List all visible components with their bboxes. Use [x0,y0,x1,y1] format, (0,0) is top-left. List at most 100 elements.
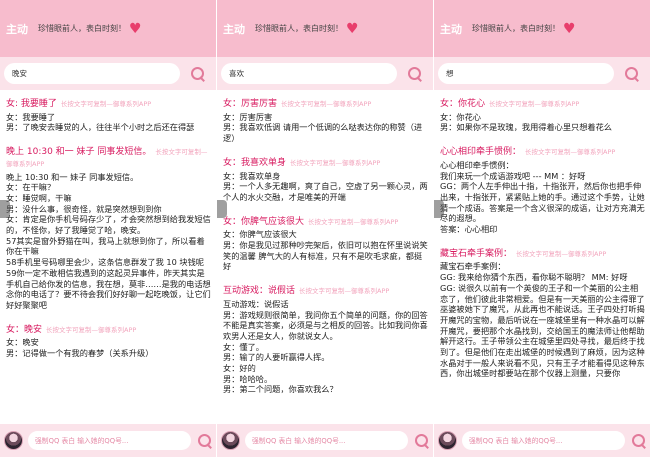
qq-bar [217,424,433,457]
copy-hint: 长按文字可复制—御尊系列APP [525,148,616,157]
search-icon[interactable] [624,66,640,82]
entry-title: 女：晚安 [6,324,43,335]
entry-line: 女：厉害厉害 [223,111,273,122]
entry-title: 心心相印牵手惯例： [440,147,522,158]
heart-icon: ♥ [346,20,359,37]
entry-line: 男：输了的人要听赢得人挥。 [223,352,330,363]
entry-title: 藏宝石牵手案例： [440,248,513,259]
entry-line: 男：游戏规则很简单，我问你五个简单的问题，你的回答不能是真实答案，必须是与之相反… [223,309,428,341]
list-item[interactable]: 女：你脾气应该很大 长按文字可复制—御尊系列APP 女：你脾气应该很大 男：你是我… [223,216,429,273]
search-icon[interactable] [407,66,423,82]
phrase-list: 女：厉害厉害长按文字可复制—御尊系列APP 女：厉害厉害 男：我喜欢低调 请用一… [217,90,433,395]
search-input[interactable] [221,63,397,84]
list-item[interactable]: 女: 我要睡了 长按文字可复制—御尊系列APP 女：我要睡了 男：了晚安去睡觉的人… [6,98,212,133]
side-handle[interactable] [217,200,227,218]
search-icon[interactable] [190,66,206,82]
slogan: 珍惜眼前人，表白时刻！ [472,24,560,33]
slogan: 珍惜眼前人，表白时刻！ [255,24,343,33]
screen-panel-1: 主动 珍惜眼前人，表白时刻！ ♥ 女: 我要睡了长按文字可复制—御尊系列APP … [0,0,216,457]
entry-line: 男：记得做一个有我的春梦（关系升级） [6,348,154,359]
copy-hint: 长按文字可复制—御尊系列APP [46,325,137,334]
entry-line: 男：第二个问题，你喜欢我么？ [223,384,338,395]
entry-title: 女：你脾气应该很大 [223,216,305,227]
qq-bar [434,424,650,457]
list-item[interactable]: 女：你花心 长按文字可复制—御尊系列APP 女：你花心 男：如果你不是玫瑰，我用得… [440,98,646,133]
qq-number-input[interactable] [28,431,191,450]
entry-line: 59你一定不敢相信我遇到的这起灵异事件，昨天其实是手机自己给你发的信息，我在想，… [6,267,211,310]
list-item[interactable]: 女：晚安 长按文字可复制—御尊系列APP 女：晚安 男：记得做一个有我的春梦（关系… [6,324,212,359]
entry-title: 女: 我要睡了 [6,99,57,109]
search-input[interactable] [4,63,180,84]
list-item[interactable]: 女：厉害厉害 长按文字可复制—御尊系列APP 女：厉害厉害 男：我喜欢低调 请用一… [223,98,429,144]
entry-line: 女：晚安 [6,337,39,348]
search-icon[interactable] [631,433,646,449]
copy-hint: 长按文字可复制—御尊系列APP [308,217,399,226]
top-bar: 主动 珍惜眼前人，表白时刻！ ♥ [434,0,650,57]
top-bar: 主动 珍惜眼前人，表白时刻！ ♥ [217,0,433,57]
side-handle[interactable] [0,200,10,218]
entry-line: 晚上 10:30 和一 妹子 同事发短信。 [6,171,139,182]
list-item[interactable]: 晚上 10:30 和一 妹子 同事发短信。 长按文字可复制—御尊系列APP 晚上 … [6,146,212,311]
search-bar [217,57,433,90]
list-item[interactable]: 女：我喜欢单身 长按文字可复制—御尊系列APP 女：我喜欢单身 男：一个人多无趣啊… [223,157,429,203]
entry-line: GG: 说很久以前有一个英俊的王子和一个美丽的公主相恋了，他们彼此非常相爱。但是… [440,282,645,379]
screen-panel-3: 主动 珍惜眼前人，表白时刻！ ♥ 女：你花心长按文字可复制—御尊系列APP 女：… [434,0,650,457]
entry-line: 女：我喜欢单身 [223,170,281,181]
entry-line: GG: 我来给你猜个东西，看你聪不聪明？ MM: 好呀 [440,272,628,283]
copy-hint: 长按文字可复制—御尊系列APP [489,100,580,108]
phrase-list: 女：你花心 长按文字可复制—御尊系列APP 女：你花心 男：如果你不是玫瑰，我用得… [434,90,650,379]
side-handle[interactable] [434,200,444,218]
entry-line: 男：一个人多无趣啊，爽了自己，空虚了另一颗心灵，两个人的水火交融，才是唯美的开端 [223,181,428,202]
entry-line: 答案：心心相印 [440,224,498,235]
qq-number-input[interactable] [462,431,625,450]
search-icon[interactable] [197,433,212,449]
entry-line: 女：你花心 [440,111,481,122]
list-item[interactable]: 心心相印牵手惯例： 长按文字可复制—御尊系列APP 心心相印牵手惯例： 我们来玩一… [440,146,646,235]
copy-hint: 长按文字可复制—御尊系列APP [60,100,152,108]
entry-line: 互动游戏：说假话 [223,298,289,309]
app-screens: 主动 珍惜眼前人，表白时刻！ ♥ 女: 我要睡了长按文字可复制—御尊系列APP … [0,0,650,457]
entry-line: 女：在干嘛？ [6,182,56,193]
heart-icon: ♥ [129,20,142,37]
entry-line: 女：懂了。 [223,341,264,352]
avatar [221,431,240,450]
entry-line: 男：如果你不是玫瑰，我用得着心里只想着花么 [440,122,612,133]
top-bar: 主动 珍惜眼前人，表白时刻！ ♥ [0,0,216,57]
list-item[interactable]: 藏宝石牵手案例： 长按文字可复制—御尊系列APP 藏宝石牵手案例： GG: 我来给… [440,248,646,379]
screen-panel-2: 主动 珍惜眼前人，表白时刻！ ♥ 女：厉害厉害长按文字可复制—御尊系列APP 女… [217,0,433,457]
entry-line: 男：没什么事，很奇怪，就是突然想到到你 [6,203,162,214]
entry-line: 我们来玩一个成语游戏吧 --- MM ：好呀 [440,170,586,181]
entry-line: GG：两个人左手伸出十指，十指张开，然后你也把手伸出来，十指张开，紧紧贴上她的手… [440,181,645,224]
entry-line: 心心相印牵手惯例： [440,159,514,170]
app-title: 主动 [440,22,462,36]
entry-title: 女：我喜欢单身 [223,157,287,168]
avatar [4,431,23,450]
qq-bar [0,424,216,457]
heart-icon: ♥ [563,20,576,37]
slogan: 珍惜眼前人，表白时刻！ [38,24,126,33]
copy-hint: 长按文字可复制—御尊系列APP [290,158,381,167]
search-input[interactable] [438,63,614,84]
entry-line: 女：好的 [223,363,256,374]
entry-line: 男：了晚安去睡觉的人，往往半个小时之后还在得瑟 [6,122,195,133]
avatar [438,431,457,450]
search-icon[interactable] [414,433,429,449]
entry-title: 互动游戏：说假话 [223,286,296,297]
search-bar [0,57,216,90]
entry-line: 57其实是窗外野猫在叫，我马上就想到你了，所以看着你在干嘛 [6,235,205,257]
copy-hint: 长按文字可复制—御尊系列APP [516,249,607,258]
search-bar [434,57,650,90]
list-item[interactable]: 互动游戏：说假话 长按文字可复制—御尊系列APP 互动游戏：说假话 男：游戏规则很… [223,285,429,395]
entry-line: 女：肯定是你手机号码存少了，才会突然想到给我发短信的，不怪你，好了我睡觉了哈，晚… [6,214,211,236]
app-title: 主动 [6,22,28,36]
entry-line: 女：你脾气应该很大 [223,229,297,240]
copy-hint: 长按文字可复制—御尊系列APP [299,287,390,296]
entry-line: 男：你是我见过那种吵完架后，依旧可以抱在怀里说说笑笑的温馨 脾气大的人有标准，只… [223,240,428,272]
entry-title: 女：厉害厉害 [223,99,278,109]
entry-line: 女：我要睡了 [6,111,56,122]
entry-line: 男：我喜欢低调 请用一个低调的么哒表达你的称赞（进逻） [223,122,423,144]
entry-line: 58手机里号码哪里会少，这条信息群发了我 10 块钱呢 [6,257,204,268]
phrase-list: 女: 我要睡了 长按文字可复制—御尊系列APP 女：我要睡了 男：了晚安去睡觉的人… [0,90,216,359]
qq-number-input[interactable] [245,431,408,450]
entry-line: 女：睡觉啊，干嘛 [6,192,72,203]
